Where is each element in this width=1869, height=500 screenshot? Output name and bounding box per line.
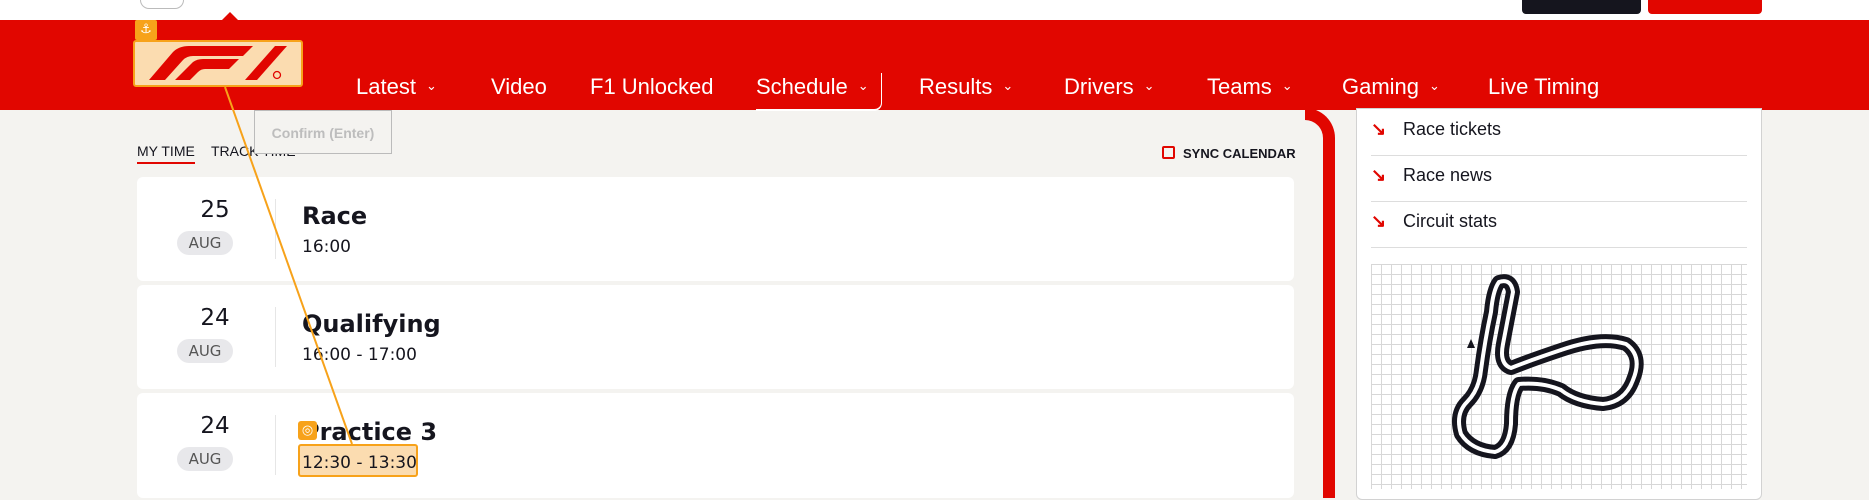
session-day: 24 xyxy=(200,413,230,439)
chevron-down-icon: ⌄ xyxy=(857,78,869,94)
calendar-icon xyxy=(1162,146,1175,160)
nav-gaming[interactable]: Gaming ⌄ xyxy=(1342,73,1440,101)
confirm-tooltip: Confirm (Enter) xyxy=(254,110,392,154)
chevron-down-icon: ⌄ xyxy=(1143,78,1155,94)
session-name: Qualifying xyxy=(302,310,441,338)
globe-icon[interactable] xyxy=(140,0,184,9)
session-day: 24 xyxy=(200,305,230,331)
f1-logo[interactable]: ⚓ xyxy=(133,20,303,87)
caret-icon xyxy=(222,12,238,20)
nav-drivers[interactable]: Drivers ⌄ xyxy=(1064,73,1155,101)
event-sidebar: ↘ Race tickets ↘ Race news ↘ Circuit stats xyxy=(1356,108,1762,500)
session-time: 12:30 - 13:30 xyxy=(302,453,417,473)
circuit-map[interactable] xyxy=(1371,264,1747,489)
arrow-down-right-icon: ↘ xyxy=(1371,165,1387,185)
race-tickets-link[interactable]: ↘ Race tickets xyxy=(1371,109,1747,156)
session-month: AUG xyxy=(177,339,233,363)
session-time: 16:00 - 17:00 xyxy=(302,345,417,365)
nav-schedule[interactable]: Schedule ⌄ xyxy=(756,73,882,111)
decorative-curve xyxy=(1305,108,1335,498)
session-month: AUG xyxy=(177,231,233,255)
divider xyxy=(275,415,276,475)
arrow-down-right-icon: ↘ xyxy=(1371,211,1387,231)
session-time: 16:00 xyxy=(302,237,351,257)
circuit-track xyxy=(1452,274,1644,459)
utility-bar xyxy=(0,0,1869,20)
nav-live-timing[interactable]: Live Timing xyxy=(1488,73,1599,101)
session-name: Race xyxy=(302,202,368,230)
chevron-down-icon: ⌄ xyxy=(1429,78,1440,94)
subscribe-button[interactable] xyxy=(1648,0,1762,14)
chevron-down-icon: ⌄ xyxy=(1002,78,1014,94)
session-row[interactable]: 25 AUG Race 16:00 xyxy=(137,177,1294,281)
sync-calendar-button[interactable]: SYNC CALENDAR xyxy=(1162,146,1296,161)
target-icon: ◎ xyxy=(298,421,317,440)
divider xyxy=(275,199,276,259)
nav-video[interactable]: Video xyxy=(491,73,547,101)
anchor-icon: ⚓ xyxy=(135,20,157,40)
nav-latest[interactable]: Latest ⌄ xyxy=(356,73,437,101)
chevron-down-icon: ⌄ xyxy=(1281,78,1293,94)
session-row[interactable]: 24 AUG Qualifying 16:00 - 17:00 xyxy=(137,285,1294,389)
tab-my-time[interactable]: MY TIME xyxy=(137,143,195,164)
session-name: Practice 3 xyxy=(302,418,438,446)
f1-logo-mark xyxy=(149,46,287,80)
race-news-link[interactable]: ↘ Race news xyxy=(1371,155,1747,202)
nav-results[interactable]: Results ⌄ xyxy=(919,73,1013,101)
session-month: AUG xyxy=(177,447,233,471)
nav-teams[interactable]: Teams ⌄ xyxy=(1207,73,1293,101)
session-day: 25 xyxy=(200,197,230,223)
circuit-stats-link[interactable]: ↘ Circuit stats xyxy=(1371,201,1747,248)
sign-in-button[interactable] xyxy=(1522,0,1641,14)
chevron-down-icon: ⌄ xyxy=(425,78,437,94)
nav-f1-unlocked[interactable]: F1 Unlocked xyxy=(590,73,714,101)
arrow-down-right-icon: ↘ xyxy=(1371,119,1387,139)
divider xyxy=(275,307,276,367)
